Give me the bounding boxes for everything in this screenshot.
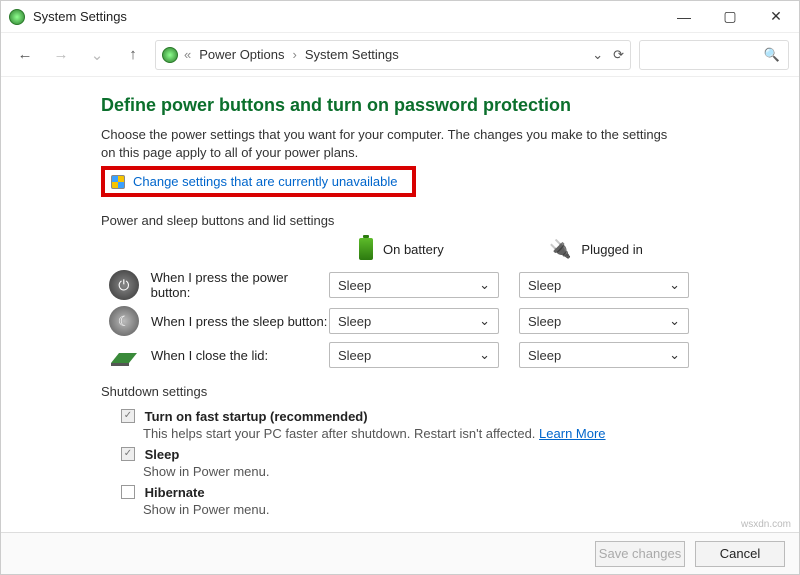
power-icon: ⏻ <box>109 270 139 300</box>
row-label: When I close the lid: <box>151 348 268 363</box>
row-power-button: ⏻ When I press the power button: Sleep⌄ … <box>109 270 759 300</box>
search-icon: 🔍 <box>764 47 780 63</box>
hibernate-label: Hibernate <box>145 485 205 500</box>
battery-icon <box>359 238 373 260</box>
address-bar[interactable]: « Power Options › System Settings ⌄ ⟳ <box>155 40 631 70</box>
watermark: wsxdn.com <box>741 519 791 530</box>
row-lid: When I close the lid: Sleep⌄ Sleep⌄ <box>109 342 759 368</box>
lid-battery-select[interactable]: Sleep⌄ <box>329 342 499 368</box>
plug-icon: 🔌 <box>549 239 571 260</box>
nav-bar: ← → ⌄ ↑ « Power Options › System Setting… <box>1 33 799 77</box>
sleep-battery-select[interactable]: Sleep⌄ <box>329 308 499 334</box>
chevron-down-icon: ⌄ <box>669 313 680 329</box>
app-icon <box>9 9 25 25</box>
window-title: System Settings <box>33 9 127 24</box>
chevron-down-icon: ⌄ <box>479 313 490 329</box>
col-on-battery: On battery <box>329 238 519 260</box>
close-button[interactable]: ✕ <box>753 1 799 33</box>
maximize-button[interactable]: ▢ <box>707 1 753 33</box>
row-sleep-button: ☾ When I press the sleep button: Sleep⌄ … <box>109 306 759 336</box>
address-icon <box>162 47 178 63</box>
section-shutdown: Shutdown settings <box>101 384 759 399</box>
shield-icon <box>111 175 125 189</box>
sleep-checkbox[interactable]: ✓ <box>121 447 135 461</box>
chevron-down-icon: ⌄ <box>669 347 680 363</box>
sleep-plugged-select[interactable]: Sleep⌄ <box>519 308 689 334</box>
lid-icon <box>109 343 139 367</box>
row-label: When I press the power button: <box>151 270 329 300</box>
power-battery-select[interactable]: Sleep⌄ <box>329 272 499 298</box>
row-label: When I press the sleep button: <box>151 314 327 329</box>
sleep-icon: ☾ <box>109 306 139 336</box>
fast-startup-item: ✓ Turn on fast startup (recommended) Thi… <box>121 409 759 441</box>
content-pane: Define power buttons and turn on passwor… <box>1 77 799 517</box>
fast-startup-checkbox[interactable]: ✓ <box>121 409 135 423</box>
power-plugged-select[interactable]: Sleep⌄ <box>519 272 689 298</box>
address-dropdown-icon[interactable]: ⌄ <box>592 47 603 63</box>
change-settings-link[interactable]: Change settings that are currently unava… <box>133 174 398 189</box>
fast-startup-label: Turn on fast startup (recommended) <box>145 409 368 424</box>
minimize-button[interactable]: — <box>661 1 707 33</box>
footer: Save changes Cancel <box>1 532 799 574</box>
title-bar: System Settings — ▢ ✕ <box>1 1 799 33</box>
forward-button[interactable]: → <box>47 41 75 69</box>
sleep-item: ✓ Sleep Show in Power menu. <box>121 447 759 479</box>
learn-more-link[interactable]: Learn More <box>539 426 605 441</box>
hibernate-item: Hibernate Show in Power menu. <box>121 485 759 517</box>
back-button[interactable]: ← <box>11 41 39 69</box>
chevron-down-icon: ⌄ <box>479 347 490 363</box>
section-power-sleep: Power and sleep buttons and lid settings <box>101 213 759 228</box>
search-box[interactable]: 🔍 <box>639 40 789 70</box>
page-description: Choose the power settings that you want … <box>101 126 681 162</box>
chevron-down-icon: ⌄ <box>669 277 680 293</box>
col-plugged-in: 🔌 Plugged in <box>519 239 709 260</box>
save-button[interactable]: Save changes <box>595 541 685 567</box>
up-button[interactable]: ↑ <box>119 41 147 69</box>
chevron-down-icon: ⌄ <box>479 277 490 293</box>
breadcrumb-power-options[interactable]: Power Options <box>197 47 286 62</box>
sleep-label: Sleep <box>145 447 180 462</box>
refresh-button[interactable]: ⟳ <box>613 47 624 63</box>
breadcrumb-system-settings[interactable]: System Settings <box>303 47 401 62</box>
page-heading: Define power buttons and turn on passwor… <box>101 95 759 116</box>
lid-plugged-select[interactable]: Sleep⌄ <box>519 342 689 368</box>
hibernate-checkbox[interactable] <box>121 485 135 499</box>
cancel-button[interactable]: Cancel <box>695 541 785 567</box>
recent-locations[interactable]: ⌄ <box>83 41 111 69</box>
highlight-box: Change settings that are currently unava… <box>101 166 416 197</box>
